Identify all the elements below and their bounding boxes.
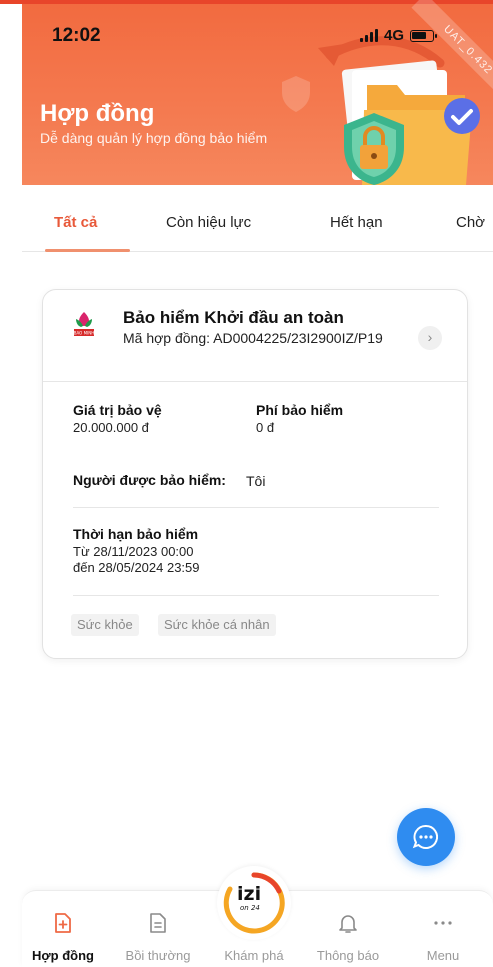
category-tag: Sức khỏe <box>71 614 139 636</box>
network-label: 4G <box>384 27 405 44</box>
category-tag: Sức khỏe cá nhân <box>158 614 276 636</box>
nav-label: Hợp đồng <box>32 948 94 963</box>
status-time: 12:02 <box>52 25 101 46</box>
bao-minh-logo: BAO MINH <box>74 312 94 336</box>
nav-item-notifications[interactable]: Thông báo <box>308 891 388 967</box>
nav-label: Bồi thường <box>125 948 191 963</box>
period-from: Từ 28/11/2023 00:00 <box>73 544 194 559</box>
nav-item-contracts[interactable]: Hợp đồng <box>23 891 103 967</box>
chat-button[interactable] <box>397 808 455 866</box>
premium-label: Phí bảo hiểm <box>256 402 344 418</box>
nav-label: Khám phá <box>224 948 284 963</box>
battery-icon <box>410 29 438 42</box>
tab-all[interactable]: Tất cả <box>54 214 97 231</box>
bottom-navigation: izi on 24 Hợp đồng Bồi thường Khám phá T… <box>22 866 493 967</box>
premium-value: 0 đ <box>256 420 275 435</box>
contract-plus-icon <box>55 913 71 933</box>
signal-icon <box>360 29 378 42</box>
bell-icon <box>339 915 357 933</box>
period-label: Thời hạn bảo hiểm <box>73 526 199 542</box>
section-divider <box>73 507 439 508</box>
active-tab-indicator <box>45 249 130 252</box>
more-dots-icon <box>434 921 452 925</box>
section-divider <box>73 595 439 596</box>
coverage-value: 20.000.000 đ <box>73 420 149 435</box>
contract-number: Mã hợp đồng: AD0004225/23I2900IZ/P19 <box>123 330 383 346</box>
nav-item-explore[interactable]: Khám phá <box>214 891 294 967</box>
tab-active[interactable]: Còn hiệu lực <box>166 214 251 231</box>
period-to: đến 28/05/2024 23:59 <box>73 560 200 575</box>
tab-pending[interactable]: Chờ <box>456 214 485 231</box>
coverage-label: Giá trị bảo vệ <box>73 402 162 418</box>
claim-document-icon <box>150 913 166 933</box>
status-indicators: 4G <box>360 27 438 44</box>
insured-value: Tôi <box>246 473 266 489</box>
insured-label: Người được bảo hiểm: <box>73 472 226 488</box>
nav-item-claims[interactable]: Bồi thường <box>118 891 198 967</box>
card-divider <box>43 381 467 382</box>
page-subtitle: Dễ dàng quản lý hợp đồng bảo hiểm <box>40 130 268 146</box>
nav-label: Menu <box>426 948 460 963</box>
tab-expired[interactable]: Hết hạn <box>330 214 383 231</box>
chat-bubble-icon <box>412 824 438 849</box>
page-title: Hợp đồng <box>40 100 155 127</box>
nav-label: Thông báo <box>316 948 380 963</box>
svg-text:BAO MINH: BAO MINH <box>74 331 94 336</box>
contract-card[interactable]: BAO MINH Bảo hiểm Khởi đầu an toàn Mã hợ… <box>42 289 468 659</box>
nav-item-menu[interactable]: Menu <box>403 891 483 967</box>
contract-filter-tabs: Tất cả Còn hiệu lực Hết hạn Chờ <box>22 200 493 252</box>
chevron-right-icon[interactable]: › <box>418 326 442 350</box>
product-name: Bảo hiểm Khởi đầu an toàn <box>123 308 344 327</box>
